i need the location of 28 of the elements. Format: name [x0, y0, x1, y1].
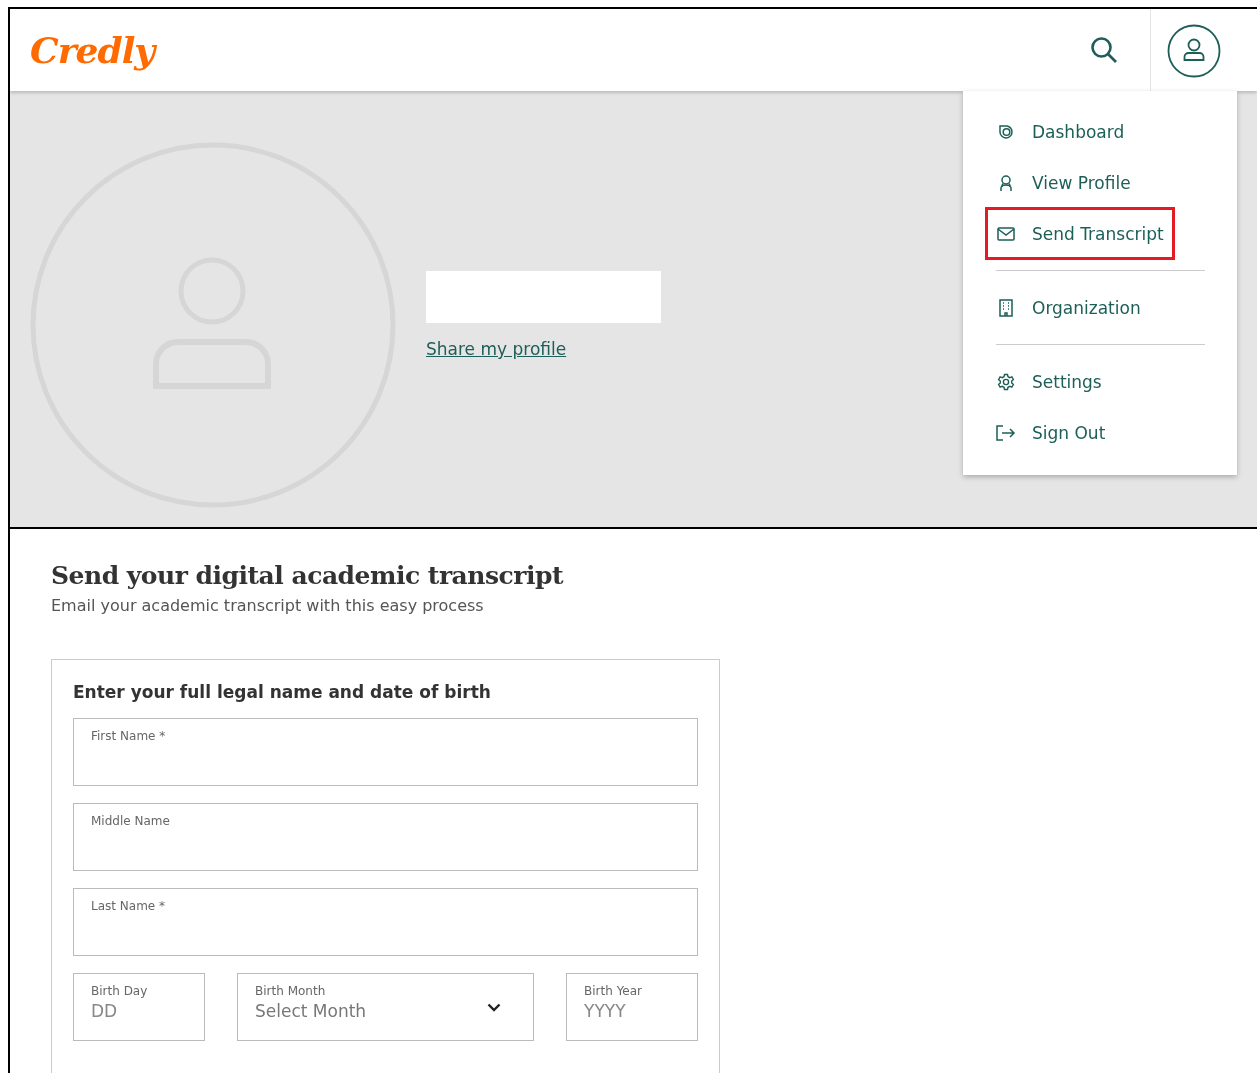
input-field[interactable]: Birth Day DD — [73, 973, 205, 1041]
page-subtitle: Email your academic transcript with this easy process — [51, 596, 485, 615]
menu-item[interactable]: Sign Out — [986, 407, 1116, 458]
menu-item[interactable]: Organization — [986, 282, 1151, 333]
input-field[interactable]: Birth Year YYYY — [566, 973, 698, 1041]
menu-item[interactable]: Settings — [986, 356, 1112, 407]
search-icon[interactable] — [1090, 36, 1118, 64]
envelope-icon — [997, 226, 1015, 241]
form-heading: Enter your full legal name and date of birth — [73, 682, 492, 702]
account-button[interactable] — [1150, 9, 1237, 92]
menu-item[interactable]: View Profile — [986, 157, 1141, 208]
page-title: Send your digital academic transcript — [51, 561, 565, 590]
input-field[interactable]: Last Name * — [73, 888, 698, 956]
settings-icon — [997, 372, 1015, 391]
dashboard-icon — [997, 122, 1015, 141]
building-icon — [998, 298, 1014, 317]
input-field[interactable]: Middle Name — [73, 803, 698, 871]
text-input[interactable]: YYYY — [584, 1001, 680, 1021]
text-input[interactable]: DD — [91, 1001, 187, 1021]
user-icon — [1167, 23, 1221, 78]
chevron-down-icon — [487, 1003, 501, 1012]
person-icon — [997, 173, 1015, 192]
input-field[interactable]: First Name * — [73, 718, 698, 786]
menu-item[interactable]: Dashboard — [986, 106, 1135, 157]
sign-out-icon — [996, 424, 1016, 441]
month-dropdown[interactable]: Birth Month Select Month — [237, 973, 534, 1041]
menu-item[interactable]: Send Transcript — [986, 208, 1174, 259]
share-profile-link[interactable]: Share my profile — [426, 339, 661, 359]
